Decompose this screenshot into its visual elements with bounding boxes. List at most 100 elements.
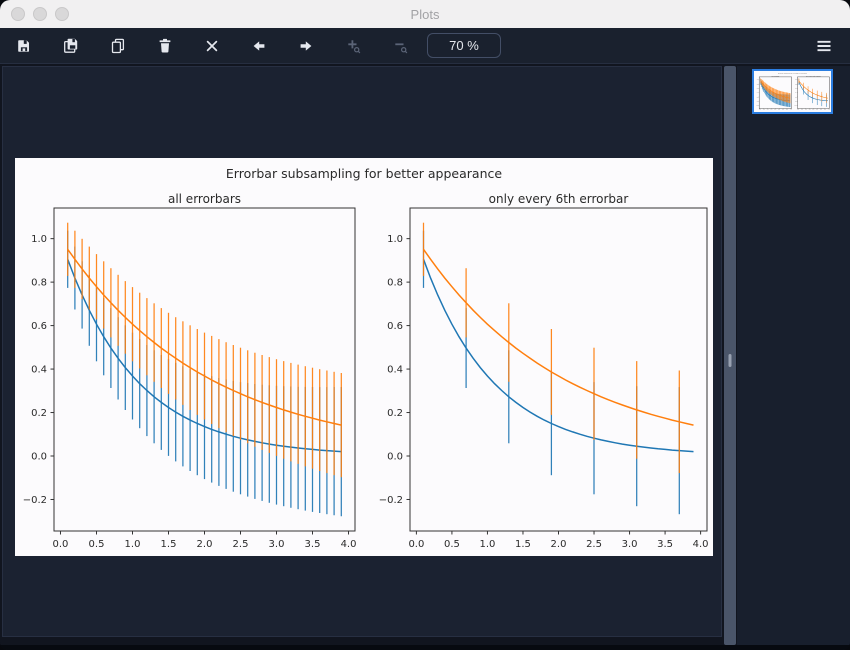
svg-text:0.2: 0.2 [757, 96, 759, 98]
svg-text:4.0: 4.0 [341, 539, 357, 550]
zoom-level-input[interactable]: 70 % [427, 33, 501, 58]
svg-text:1.5: 1.5 [809, 109, 811, 111]
svg-text:1.0: 1.0 [479, 539, 495, 550]
svg-text:3.5: 3.5 [824, 109, 826, 111]
svg-text:0.0: 0.0 [797, 109, 799, 111]
plot-thumbnail-preview: Errorbar subsampling for better appearan… [756, 72, 830, 111]
svg-text:0.4: 0.4 [795, 92, 797, 94]
svg-text:0.5: 0.5 [444, 539, 460, 550]
svg-text:0.4: 0.4 [31, 365, 47, 376]
svg-text:0.6: 0.6 [795, 88, 797, 90]
svg-text:0.5: 0.5 [801, 109, 803, 111]
panel-splitter[interactable] [724, 66, 736, 645]
svg-text:0.4: 0.4 [387, 365, 403, 376]
svg-text:2.0: 2.0 [813, 109, 815, 111]
svg-text:4.0: 4.0 [693, 539, 709, 550]
svg-text:0.8: 0.8 [31, 278, 47, 289]
previous-plot-button[interactable] [235, 28, 282, 63]
save-button[interactable] [0, 28, 47, 63]
copy-icon [111, 38, 124, 53]
svg-text:2.0: 2.0 [775, 109, 777, 111]
arrow-left-icon [253, 40, 264, 51]
svg-text:−0.2: −0.2 [23, 495, 47, 506]
maximize-window-button[interactable] [55, 7, 69, 21]
svg-text:0.4: 0.4 [757, 92, 759, 94]
toolbar: 70 % [0, 28, 850, 64]
svg-text:0.0: 0.0 [387, 452, 403, 463]
zoom-in-button[interactable] [329, 28, 376, 63]
next-plot-button[interactable] [282, 28, 329, 63]
arrow-right-icon [300, 40, 311, 51]
svg-text:2.5: 2.5 [816, 109, 818, 111]
svg-text:3.5: 3.5 [786, 109, 788, 111]
svg-text:2.0: 2.0 [551, 539, 567, 550]
svg-text:0.0: 0.0 [53, 539, 69, 550]
plots-window: Plots 70 % Errorbar subsampling for bett… [0, 0, 850, 650]
svg-text:0.0: 0.0 [408, 539, 424, 550]
minimize-window-button[interactable] [33, 7, 47, 21]
svg-text:4.0: 4.0 [790, 109, 792, 111]
svg-text:2.0: 2.0 [197, 539, 213, 550]
svg-text:0.6: 0.6 [31, 321, 47, 332]
svg-text:3.0: 3.0 [269, 539, 285, 550]
svg-text:3.5: 3.5 [305, 539, 321, 550]
plot-list-sidebar: Errorbar subsampling for better appearan… [737, 66, 850, 645]
titlebar: Plots [0, 0, 850, 28]
save-icon [17, 39, 29, 52]
svg-text:0.5: 0.5 [89, 539, 105, 550]
svg-text:0.0: 0.0 [31, 452, 47, 463]
svg-text:1.5: 1.5 [515, 539, 531, 550]
clear-all-icon [206, 40, 217, 51]
svg-text:1.0: 1.0 [767, 109, 769, 111]
svg-text:1.0: 1.0 [387, 234, 403, 245]
delete-button[interactable] [141, 28, 188, 63]
delete-all-button[interactable] [188, 28, 235, 63]
menu-icon [817, 40, 831, 51]
svg-text:−0.2: −0.2 [794, 105, 797, 107]
svg-text:1.5: 1.5 [771, 109, 773, 111]
svg-text:1.0: 1.0 [31, 234, 47, 245]
svg-text:1.0: 1.0 [805, 109, 807, 111]
zoom-out-icon [394, 42, 407, 53]
svg-text:Errorbar subsampling for bette: Errorbar subsampling for better appearan… [226, 166, 502, 181]
svg-text:0.8: 0.8 [795, 84, 797, 86]
svg-text:1.0: 1.0 [795, 79, 797, 81]
svg-text:3.0: 3.0 [622, 539, 638, 550]
svg-text:3.5: 3.5 [657, 539, 673, 550]
trash-icon [159, 38, 170, 52]
content-area: Errorbar subsampling for better appearan… [0, 64, 850, 650]
svg-text:0.5: 0.5 [763, 109, 765, 111]
svg-text:−0.2: −0.2 [756, 105, 759, 107]
svg-text:0.0: 0.0 [757, 101, 759, 103]
svg-text:1.5: 1.5 [161, 539, 177, 550]
svg-text:0.0: 0.0 [759, 109, 761, 111]
window-bottom-edge [0, 645, 850, 650]
svg-text:0.6: 0.6 [387, 321, 403, 332]
splitter-handle-icon [728, 354, 732, 367]
svg-text:0.0: 0.0 [795, 101, 797, 103]
window-title: Plots [410, 6, 440, 22]
svg-text:0.2: 0.2 [387, 408, 403, 419]
svg-text:all errorbars: all errorbars [168, 192, 241, 206]
svg-text:0.2: 0.2 [795, 96, 797, 98]
svg-text:1.0: 1.0 [757, 79, 759, 81]
save-all-button[interactable] [47, 28, 94, 63]
svg-text:1.0: 1.0 [125, 539, 141, 550]
menu-button[interactable] [802, 28, 846, 63]
svg-text:3.0: 3.0 [820, 109, 822, 111]
errorbar-chart: Errorbar subsampling for better appearan… [23, 166, 709, 550]
zoom-out-button[interactable] [376, 28, 423, 63]
svg-text:−0.2: −0.2 [379, 495, 403, 506]
zoom-level-value: 70 % [449, 38, 479, 53]
svg-text:2.5: 2.5 [778, 109, 780, 111]
svg-text:0.2: 0.2 [31, 408, 47, 419]
copy-button[interactable] [94, 28, 141, 63]
svg-text:2.5: 2.5 [586, 539, 602, 550]
plot-thumbnail[interactable]: Errorbar subsampling for better appearan… [752, 69, 833, 114]
svg-text:3.0: 3.0 [782, 109, 784, 111]
svg-text:2.5: 2.5 [233, 539, 249, 550]
svg-text:0.8: 0.8 [387, 278, 403, 289]
zoom-in-icon [347, 39, 360, 53]
close-window-button[interactable] [11, 7, 25, 21]
window-controls [11, 0, 69, 28]
